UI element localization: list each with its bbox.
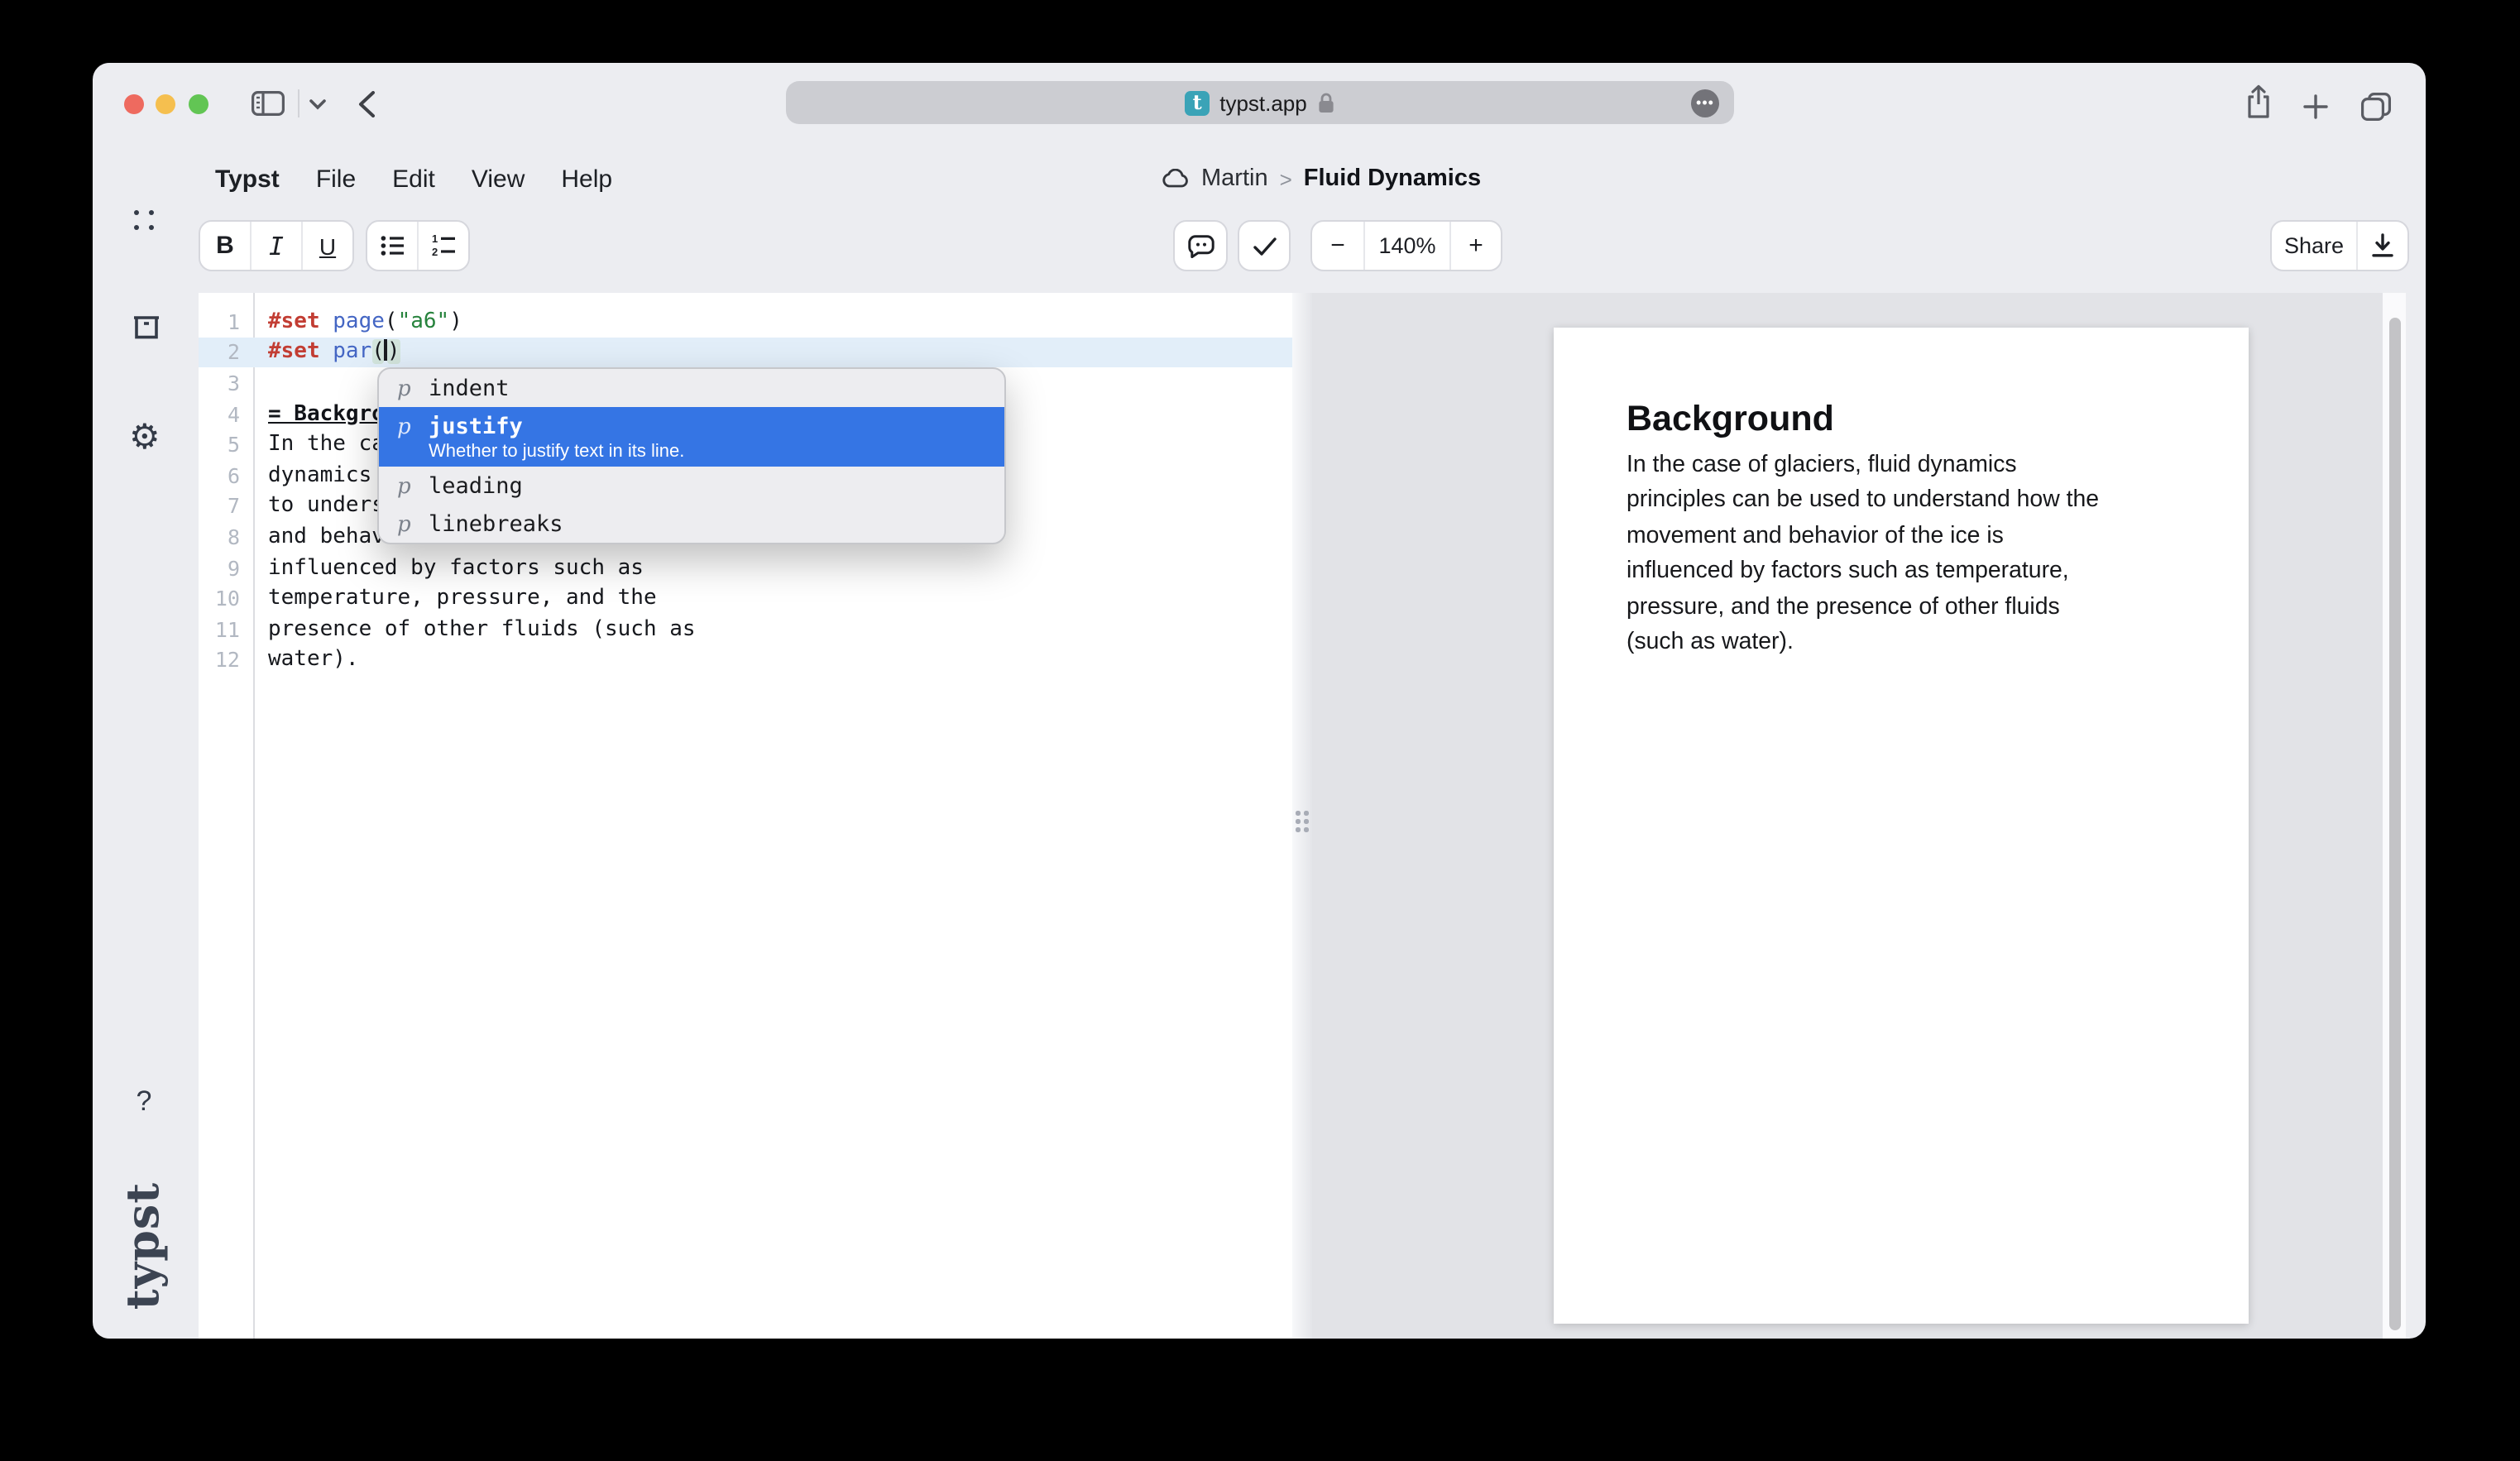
list-group: 12 bbox=[366, 220, 470, 271]
autocomplete-description: Whether to justify text in its line. bbox=[429, 441, 1004, 461]
svg-text:1: 1 bbox=[431, 235, 437, 245]
typst-logo: typst bbox=[118, 1182, 170, 1310]
check-button-group bbox=[1238, 220, 1291, 271]
code-line[interactable]: 11presence of other fluids (such as bbox=[199, 614, 1292, 644]
zoom-level[interactable]: 140% bbox=[1363, 222, 1449, 270]
chrome-divider bbox=[298, 89, 299, 117]
divider-grip-icon[interactable] bbox=[1296, 811, 1312, 832]
svg-text:2: 2 bbox=[431, 246, 437, 256]
autocomplete-label: indent bbox=[429, 375, 510, 401]
menu-item-view[interactable]: View bbox=[472, 165, 525, 194]
close-window-button[interactable] bbox=[124, 94, 144, 114]
line-number: 11 bbox=[199, 616, 255, 641]
line-number: 3 bbox=[199, 371, 255, 395]
check-icon[interactable] bbox=[1239, 222, 1289, 270]
line-number: 10 bbox=[199, 586, 255, 611]
browser-window: t typst.app ••• Typst File Edit View Help Ma… bbox=[93, 63, 2426, 1339]
dashboard-icon[interactable] bbox=[134, 210, 157, 233]
tab-overview-icon[interactable] bbox=[2361, 93, 2391, 121]
minimize-window-button[interactable] bbox=[156, 94, 175, 114]
line-number: 8 bbox=[199, 525, 255, 549]
preview-scrollbar-thumb[interactable] bbox=[2389, 318, 2401, 1330]
autocomplete-label: justify bbox=[429, 413, 523, 439]
param-type-icon: p bbox=[397, 474, 414, 499]
zoom-in-button[interactable]: + bbox=[1449, 222, 1501, 270]
autocomplete-item-justify[interactable]: p justifyWhether to justify text in its l… bbox=[379, 407, 1004, 467]
breadcrumb-document[interactable]: Fluid Dynamics bbox=[1304, 165, 1481, 192]
address-bar[interactable]: t typst.app ••• bbox=[786, 81, 1734, 124]
code-line[interactable]: 9influenced by factors such as bbox=[199, 553, 1292, 583]
url-text: typst.app bbox=[1219, 90, 1307, 115]
param-type-icon: p bbox=[397, 376, 414, 401]
back-icon[interactable] bbox=[357, 91, 376, 117]
preview-paragraph: In the case of glaciers, fluid dynamics … bbox=[1627, 448, 2179, 661]
files-box-icon[interactable] bbox=[132, 316, 160, 339]
menu-item-typst[interactable]: Typst bbox=[215, 165, 280, 194]
comment-icon[interactable] bbox=[1175, 222, 1226, 270]
new-tab-icon[interactable] bbox=[2303, 94, 2328, 119]
menu-item-file[interactable]: File bbox=[316, 165, 356, 194]
autocomplete-item-linebreaks[interactable]: p linebreaks bbox=[379, 505, 1004, 543]
code-line[interactable]: 12water). bbox=[199, 644, 1292, 675]
gear-icon[interactable]: ⚙ bbox=[129, 420, 160, 455]
screen: t typst.app ••• Typst File Edit View Help Ma… bbox=[0, 0, 2520, 1461]
share-group: Share bbox=[2270, 220, 2409, 271]
download-icon[interactable] bbox=[2356, 222, 2407, 270]
code-text: #set page("a6") bbox=[255, 309, 462, 334]
line-number: 12 bbox=[199, 648, 255, 673]
code-text: #set par() bbox=[255, 340, 400, 365]
site-favicon: t bbox=[1185, 90, 1210, 115]
line-number: 4 bbox=[199, 401, 255, 426]
param-type-icon: p bbox=[397, 512, 414, 537]
line-number: 5 bbox=[199, 432, 255, 457]
underline-button[interactable]: U bbox=[301, 222, 352, 270]
code-text: water). bbox=[255, 648, 359, 673]
cloud-icon bbox=[1162, 169, 1190, 189]
chevron-down-icon[interactable] bbox=[309, 99, 326, 111]
preview-scrollbar-track[interactable] bbox=[2383, 293, 2406, 1339]
autocomplete-label: leading bbox=[429, 472, 523, 499]
breadcrumb-project[interactable]: Martin bbox=[1201, 165, 1268, 192]
code-line[interactable]: 10temperature, pressure, and the bbox=[199, 583, 1292, 614]
line-number: 7 bbox=[199, 494, 255, 519]
code-line[interactable]: 1#set page("a6") bbox=[199, 306, 1292, 337]
code-text: presence of other fluids (such as bbox=[255, 616, 696, 641]
autocomplete-item-leading[interactable]: p leading bbox=[379, 467, 1004, 505]
code-text: temperature, pressure, and the bbox=[255, 586, 657, 611]
preview-pane: Background In the case of glaciers, flui… bbox=[1312, 293, 2384, 1339]
code-line[interactable]: 2#set par() bbox=[199, 337, 1292, 367]
bullet-list-button[interactable] bbox=[367, 222, 417, 270]
line-number: 9 bbox=[199, 555, 255, 580]
menu-item-edit[interactable]: Edit bbox=[392, 165, 435, 194]
comment-button-group bbox=[1173, 220, 1228, 271]
italic-button[interactable]: I bbox=[250, 222, 301, 270]
sidebar-toggle-icon[interactable] bbox=[252, 91, 285, 116]
zoom-window-button[interactable] bbox=[189, 94, 208, 114]
zoom-out-button[interactable]: − bbox=[1312, 222, 1363, 270]
autocomplete-item-indent[interactable]: pindent bbox=[379, 369, 1004, 407]
preview-heading: Background bbox=[1627, 397, 2176, 440]
breadcrumb-separator: > bbox=[1280, 166, 1292, 191]
line-number: 6 bbox=[199, 463, 255, 488]
breadcrumb: Martin > Fluid Dynamics bbox=[1162, 165, 1481, 192]
help-icon[interactable]: ? bbox=[132, 1085, 156, 1119]
numbered-list-button[interactable]: 12 bbox=[417, 222, 468, 270]
lock-icon bbox=[1317, 92, 1335, 113]
share-button[interactable]: Share bbox=[2272, 222, 2356, 270]
param-type-icon: p bbox=[397, 414, 414, 439]
menu-item-help[interactable]: Help bbox=[561, 165, 612, 194]
bold-button[interactable]: B bbox=[200, 222, 250, 270]
text-style-group: B I U bbox=[199, 220, 354, 271]
line-number: 2 bbox=[199, 340, 255, 365]
browser-share-icon[interactable] bbox=[2245, 84, 2272, 119]
app-menu: Typst File Edit View Help bbox=[215, 165, 612, 194]
autocomplete-dropdown: pindentpjustifyWhether to justify text i… bbox=[377, 367, 1006, 544]
line-number: 1 bbox=[199, 309, 255, 334]
document-page: Background In the case of glaciers, flui… bbox=[1554, 328, 2249, 1324]
zoom-control: − 140% + bbox=[1310, 220, 1502, 271]
autocomplete-label: linebreaks bbox=[429, 510, 563, 537]
code-text: influenced by factors such as bbox=[255, 555, 644, 580]
page-settings-icon[interactable]: ••• bbox=[1691, 89, 1719, 117]
